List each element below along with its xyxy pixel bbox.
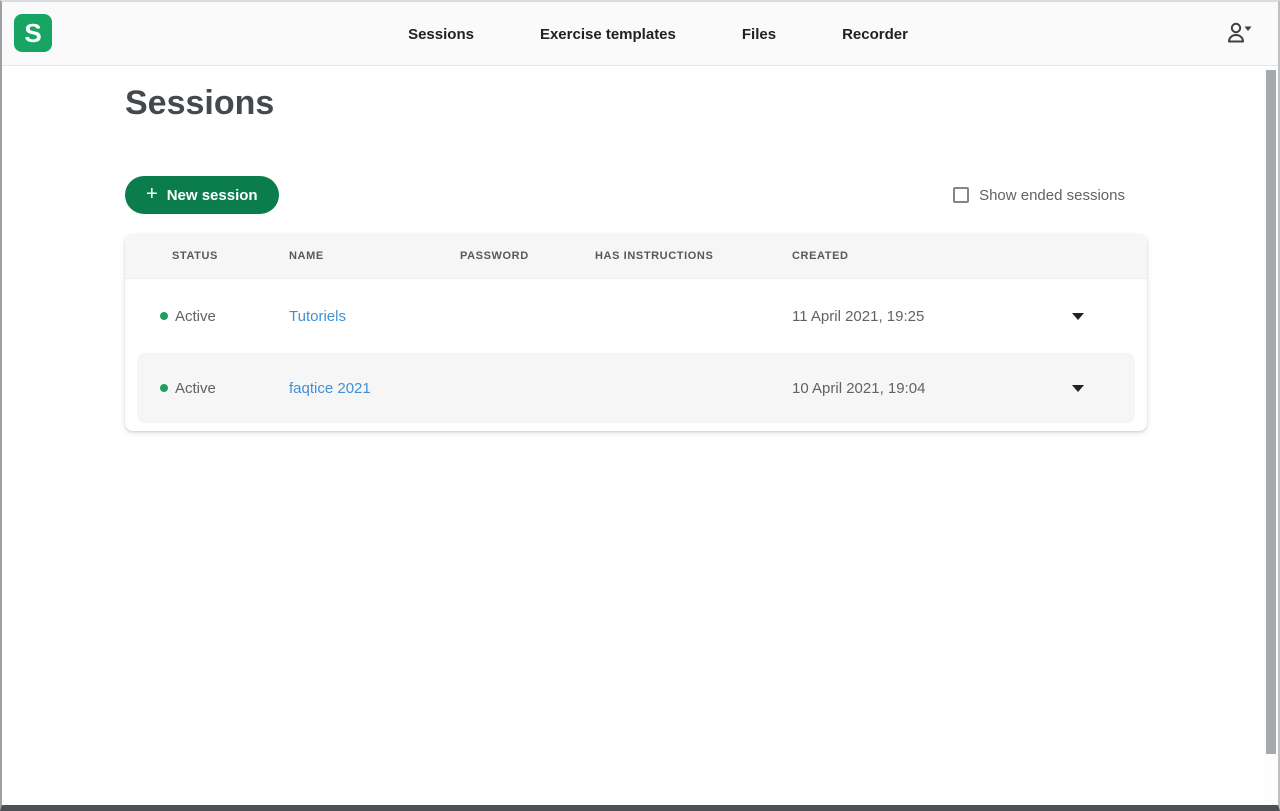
- status-cell: Active: [160, 308, 289, 325]
- active-status-dot-icon: [160, 312, 168, 320]
- column-header-name: Name: [289, 250, 460, 262]
- plus-icon: +: [146, 184, 158, 204]
- row-expand-button[interactable]: [1061, 371, 1095, 405]
- status-label: Active: [175, 380, 216, 397]
- main-content: Sessions + New session Show ended sessio…: [125, 83, 1147, 431]
- column-header-has-instructions: Has instructions: [595, 250, 792, 262]
- table-header-row: Status Name Password Has instructions Cr…: [125, 234, 1147, 279]
- session-link[interactable]: faqtice 2021: [289, 380, 371, 397]
- nav-item-exercise-templates[interactable]: Exercise templates: [540, 26, 676, 43]
- created-cell: 11 April 2021, 19:25: [792, 308, 1033, 325]
- column-header-password: Password: [460, 250, 595, 262]
- name-cell: faqtice 2021: [289, 380, 460, 397]
- caret-down-icon: [1072, 385, 1084, 392]
- status-label: Active: [175, 308, 216, 325]
- new-session-button[interactable]: + New session: [125, 176, 279, 214]
- nav-menu: Sessions Exercise templates Files Record…: [20, 2, 1280, 66]
- scrollbar[interactable]: [1264, 67, 1278, 805]
- row-expand-button[interactable]: [1061, 299, 1095, 333]
- account-menu-button[interactable]: [1226, 21, 1254, 47]
- table-row: Active faqtice 2021 10 April 2021, 19:04: [125, 353, 1147, 423]
- new-session-button-label: New session: [167, 187, 258, 204]
- toolbar: + New session Show ended sessions: [125, 176, 1147, 214]
- show-ended-sessions-checkbox[interactable]: [953, 187, 969, 203]
- table-row: Active Tutoriels 11 April 2021, 19:25: [125, 279, 1147, 353]
- column-header-created: Created: [792, 250, 1033, 262]
- page-title: Sessions: [125, 83, 1147, 123]
- nav-item-sessions[interactable]: Sessions: [408, 26, 474, 43]
- status-cell: Active: [160, 380, 289, 397]
- name-cell: Tutoriels: [289, 308, 460, 325]
- caret-down-icon: [1245, 27, 1252, 32]
- nav-item-files[interactable]: Files: [742, 26, 776, 43]
- caret-down-icon: [1072, 313, 1084, 320]
- top-nav: S Sessions Exercise templates Files Reco…: [2, 2, 1278, 66]
- scrollbar-thumb[interactable]: [1266, 70, 1276, 754]
- show-ended-sessions-label: Show ended sessions: [979, 187, 1125, 204]
- nav-item-recorder[interactable]: Recorder: [842, 26, 908, 43]
- user-icon: [1226, 21, 1254, 47]
- session-link[interactable]: Tutoriels: [289, 308, 346, 325]
- actions-cell: [1033, 371, 1123, 405]
- column-header-status: Status: [160, 250, 289, 262]
- active-status-dot-icon: [160, 384, 168, 392]
- app-window: S Sessions Exercise templates Files Reco…: [0, 0, 1280, 811]
- sessions-table: Status Name Password Has instructions Cr…: [125, 234, 1147, 431]
- actions-cell: [1033, 299, 1123, 333]
- show-ended-sessions-control[interactable]: Show ended sessions: [953, 187, 1125, 204]
- created-cell: 10 April 2021, 19:04: [792, 380, 1033, 397]
